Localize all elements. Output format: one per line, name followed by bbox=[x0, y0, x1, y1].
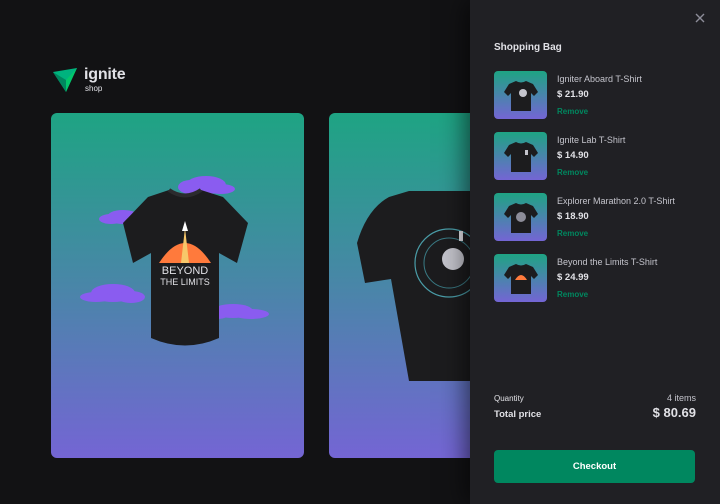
brand-name: ignite bbox=[84, 66, 126, 83]
cart-item-thumbnail bbox=[494, 254, 547, 302]
total-label: Total price bbox=[494, 409, 542, 420]
tshirt-graphic-text: BEYOND bbox=[162, 265, 209, 277]
cart-item-thumbnail bbox=[494, 71, 547, 119]
tshirt-icon bbox=[503, 142, 538, 172]
cart-item-price: $ 14.90 bbox=[557, 150, 589, 161]
remove-button[interactable]: Remove bbox=[557, 168, 625, 177]
tshirt-graphic-subtext: THE LIMITS bbox=[160, 277, 210, 287]
cart-item-price: $ 21.90 bbox=[557, 89, 589, 100]
cart-drawer: Shopping Bag Igniter Aboard T-Shirt $ 21… bbox=[470, 0, 720, 504]
cart-item-price: $ 24.99 bbox=[557, 272, 589, 283]
cart-summary: Quantity 4 items Total price $ 80.69 bbox=[494, 393, 696, 420]
quantity-label: Quantity bbox=[494, 394, 524, 403]
quantity-value: 4 items bbox=[666, 393, 696, 403]
tshirt-icon bbox=[503, 203, 538, 233]
checkout-button[interactable]: Checkout bbox=[494, 450, 695, 483]
product-card[interactable] bbox=[329, 113, 489, 458]
tshirt-icon bbox=[503, 264, 538, 294]
cart-item-name: Ignite Lab T-Shirt bbox=[557, 135, 626, 145]
cart-item-price: $ 18.90 bbox=[557, 211, 589, 222]
remove-button[interactable]: Remove bbox=[557, 229, 675, 238]
remove-button[interactable]: Remove bbox=[557, 290, 657, 299]
product-card[interactable]: BEYOND THE LIMITS bbox=[51, 113, 304, 458]
brand-logo[interactable]: ignite shop bbox=[52, 66, 126, 94]
tshirt-image bbox=[357, 191, 489, 381]
cart-item: Explorer Marathon 2.0 T-Shirt $ 18.90 Re… bbox=[494, 193, 704, 246]
cart-item-name: Explorer Marathon 2.0 T-Shirt bbox=[557, 196, 675, 206]
cart-item-thumbnail bbox=[494, 132, 547, 180]
cart-item-thumbnail bbox=[494, 193, 547, 241]
tshirt-image: BEYOND THE LIMITS bbox=[80, 176, 269, 346]
cart-title: Shopping Bag bbox=[494, 42, 562, 53]
cart-item-name: Beyond the Limits T-Shirt bbox=[557, 257, 658, 267]
cart-item: Igniter Aboard T-Shirt $ 21.90 Remove bbox=[494, 71, 704, 124]
cart-item-name: Igniter Aboard T-Shirt bbox=[557, 74, 642, 84]
cart-item: Beyond the Limits T-Shirt $ 24.99 Remove bbox=[494, 254, 704, 307]
remove-button[interactable]: Remove bbox=[557, 107, 642, 116]
tshirt-icon bbox=[503, 81, 538, 111]
close-icon[interactable] bbox=[693, 12, 707, 26]
cart-item: Ignite Lab T-Shirt $ 14.90 Remove bbox=[494, 132, 704, 185]
brand-sub: shop bbox=[85, 84, 103, 93]
x-icon bbox=[695, 13, 705, 23]
cart-items: Igniter Aboard T-Shirt $ 21.90 Remove Ig… bbox=[494, 71, 704, 315]
total-value: $ 80.69 bbox=[652, 405, 696, 420]
ignite-logo-icon bbox=[53, 68, 77, 92]
